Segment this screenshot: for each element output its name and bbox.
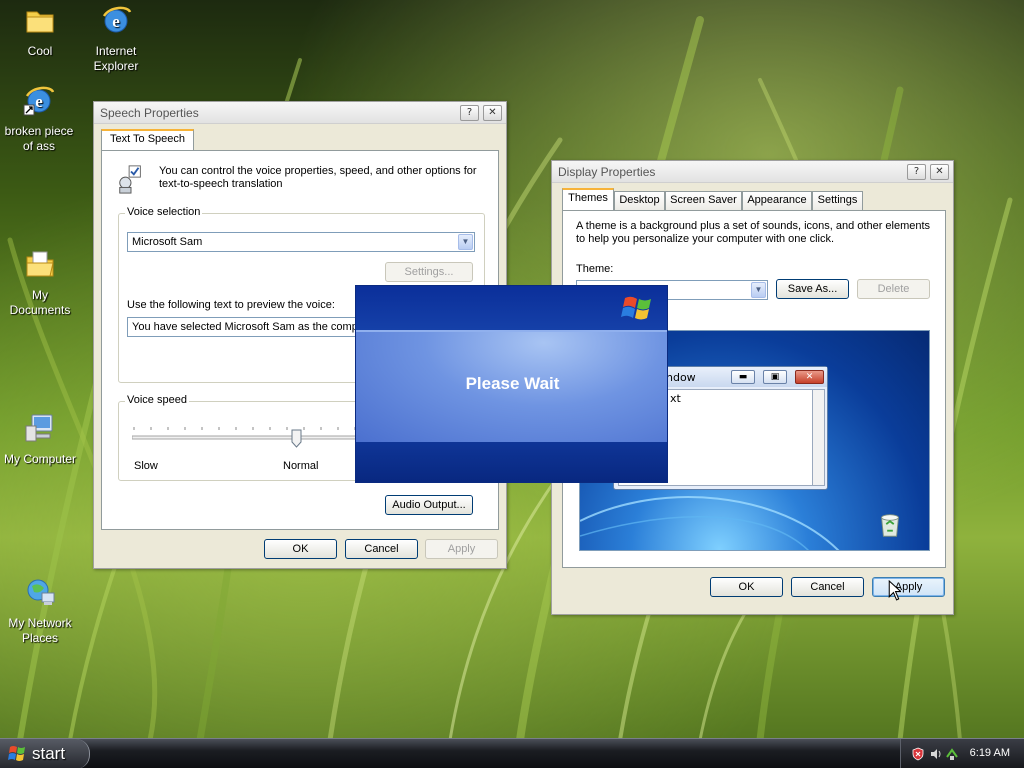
tab-appearance[interactable]: Appearance <box>742 191 812 210</box>
voice-selected-value: Microsoft Sam <box>132 236 203 248</box>
ok-button[interactable]: OK <box>710 577 783 597</box>
close-button[interactable]: ✕ <box>930 164 949 180</box>
tab-desktop[interactable]: Desktop <box>614 191 665 210</box>
please-wait-message: Please Wait <box>465 374 560 393</box>
recycle-bin-icon <box>881 514 899 537</box>
voice-select[interactable]: Microsoft Sam ▼ <box>127 232 475 252</box>
close-button[interactable]: ✕ <box>483 105 502 121</box>
minimize-icon: ▬ <box>731 370 755 384</box>
voice-speed-label: Voice speed <box>125 394 189 406</box>
cancel-button[interactable]: Cancel <box>345 539 418 559</box>
please-wait-dialog: Please Wait <box>355 285 668 483</box>
mouse-pointer-icon <box>888 580 901 601</box>
tab-screen-saver[interactable]: Screen Saver <box>665 191 742 210</box>
voice-selection-label: Voice selection <box>125 206 203 218</box>
maximize-icon: ▣ <box>763 370 787 384</box>
desktop-icon-my-network-places[interactable]: My Network Places <box>0 576 80 646</box>
preview-text-field[interactable]: You have selected Microsoft Sam as the c… <box>127 317 377 337</box>
chevron-down-icon[interactable]: ▼ <box>751 282 766 298</box>
chevron-down-icon[interactable]: ▼ <box>458 234 473 250</box>
window-title: Display Properties <box>558 165 656 179</box>
desktop-icon-broken-piece[interactable]: e broken piece of ass <box>0 84 79 154</box>
preview-window-text: xt <box>670 392 681 405</box>
desktop-icon-label: My Computer <box>3 452 77 466</box>
security-shield-icon[interactable] <box>911 747 925 761</box>
settings-button[interactable]: Settings... <box>385 262 473 282</box>
splash-bottom-band <box>356 442 667 482</box>
desktop-icon-label: Cool <box>27 44 53 58</box>
desktop-icon-my-computer[interactable]: My Computer <box>0 412 80 467</box>
volume-icon[interactable] <box>929 747 943 761</box>
desktop-icon-internet-explorer[interactable]: e Internet Explorer <box>76 4 156 74</box>
internet-explorer-icon: e <box>102 6 132 33</box>
windows-flag-icon <box>8 746 25 761</box>
windows-logo-icon <box>621 296 651 320</box>
clock[interactable]: 6:19 AM <box>970 747 1010 759</box>
cancel-button[interactable]: Cancel <box>791 577 864 597</box>
preview-window-title: ndow <box>666 371 696 384</box>
start-button[interactable]: start <box>0 739 90 768</box>
svg-text:e: e <box>112 12 120 31</box>
preview-label: Use the following text to preview the vo… <box>127 299 335 311</box>
speech-intro-text: You can control the voice properties, sp… <box>159 165 477 190</box>
help-button[interactable]: ? <box>907 164 926 180</box>
save-as-button[interactable]: Save As... <box>776 279 849 299</box>
tab-settings[interactable]: Settings <box>812 191 863 210</box>
tab-themes[interactable]: Themes <box>562 188 614 210</box>
internet-explorer-shortcut-icon: e <box>23 86 55 116</box>
desktop-icon-label: My Documents <box>9 288 71 317</box>
voice-speed-slider[interactable] <box>132 423 362 453</box>
themes-description: A theme is a background plus a set of so… <box>576 220 931 245</box>
start-label: start <box>32 744 66 763</box>
system-tray: 6:19 AM <box>900 739 1024 768</box>
my-computer-icon <box>25 414 53 442</box>
help-button[interactable]: ? <box>460 105 479 121</box>
preview-scrollbar <box>812 389 825 486</box>
speed-normal-label: Normal <box>283 460 319 472</box>
display-titlebar[interactable]: Display Properties ? ✕ <box>552 161 953 183</box>
taskbar: start 6:19 AM <box>0 738 1024 768</box>
splash-top-band <box>356 286 667 330</box>
window-title: Speech Properties <box>100 106 199 120</box>
delete-button[interactable]: Delete <box>857 279 930 299</box>
svg-text:e: e <box>35 92 43 111</box>
desktop-icon-label: broken piece of ass <box>4 124 74 153</box>
speech-titlebar[interactable]: Speech Properties ? ✕ <box>94 102 506 124</box>
desktop-icon-label: My Network Places <box>8 616 72 645</box>
theme-label: Theme: <box>576 263 614 275</box>
speech-icon <box>119 165 141 194</box>
desktop-icon-my-documents[interactable]: My Documents <box>0 248 80 318</box>
audio-output-button[interactable]: Audio Output... <box>385 495 473 515</box>
my-documents-icon <box>26 251 54 277</box>
desktop-icon-label: Internet Explorer <box>93 44 139 73</box>
apply-button[interactable]: Apply <box>425 539 498 559</box>
desktop-icon-cool[interactable]: Cool <box>0 4 80 59</box>
tab-text-to-speech[interactable]: Text To Speech <box>101 129 194 151</box>
apply-button[interactable]: Apply <box>872 577 945 597</box>
my-network-places-icon <box>27 579 55 605</box>
ok-button[interactable]: OK <box>264 539 337 559</box>
speed-slow-label: Slow <box>134 460 158 472</box>
folder-icon <box>26 11 54 33</box>
close-icon: ✕ <box>795 370 824 384</box>
safely-remove-hardware-icon[interactable] <box>945 747 959 761</box>
